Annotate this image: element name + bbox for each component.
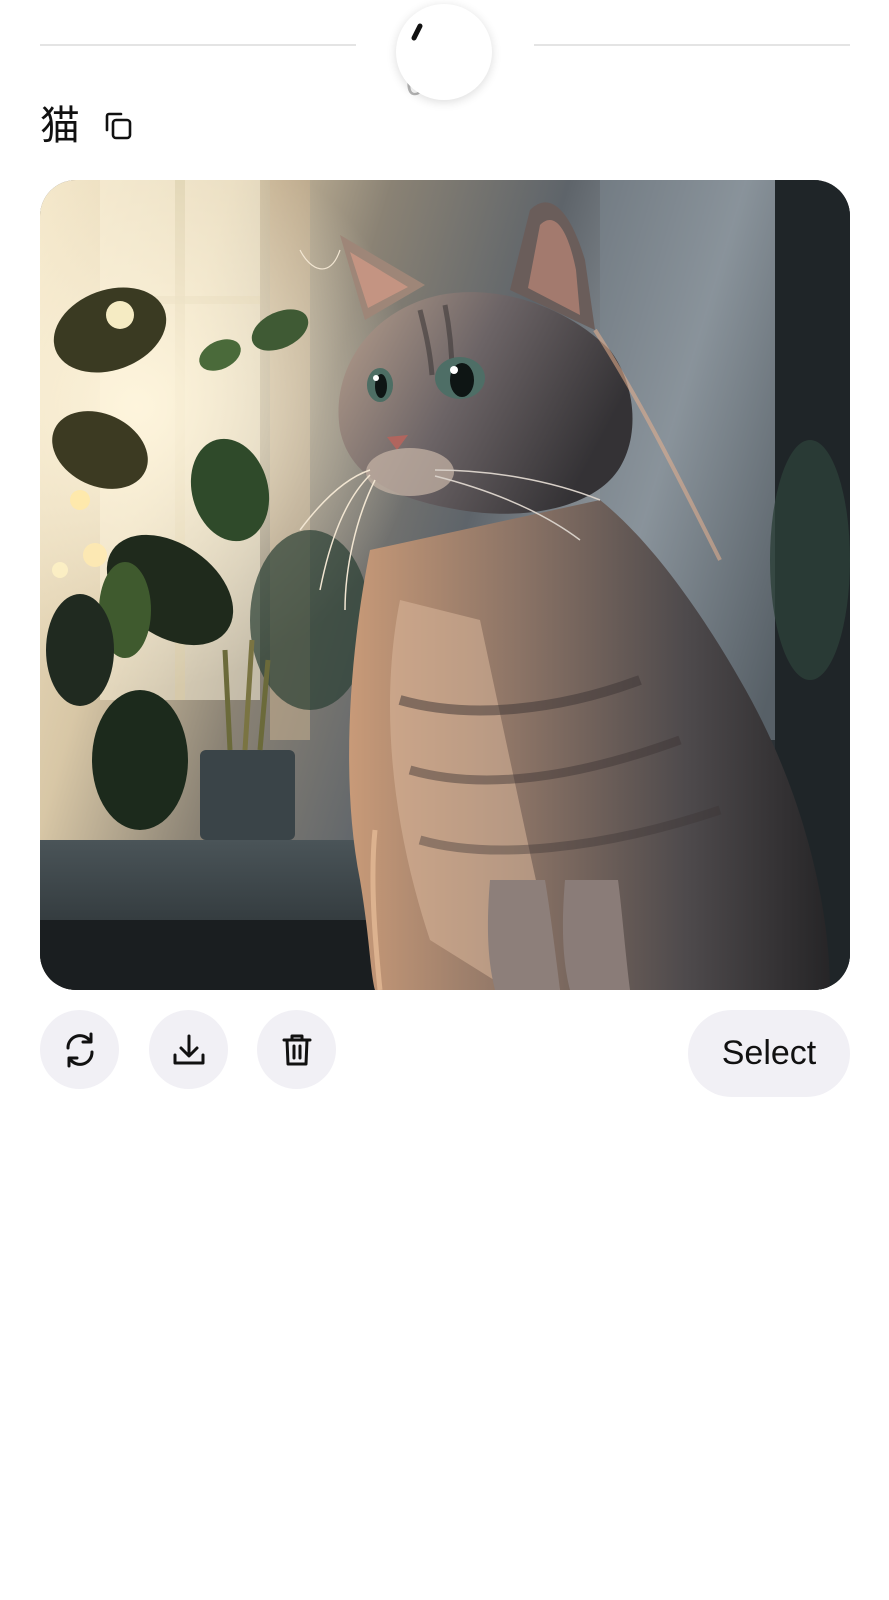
trash-icon [282, 1034, 311, 1065]
divider-line-left [40, 44, 356, 46]
prompt-text: 猫 [40, 103, 80, 149]
divider-line-right [534, 44, 850, 46]
cat-photo [40, 180, 850, 990]
copy-prompt-button[interactable] [98, 106, 138, 146]
select-button[interactable]: Select [688, 1010, 850, 1097]
generated-image[interactable] [40, 180, 850, 990]
spinner-icon [411, 23, 423, 41]
prompt-row: 猫 [40, 98, 138, 154]
regenerate-button[interactable] [40, 1010, 119, 1089]
download-button[interactable] [149, 1010, 228, 1089]
loading-divider: 5 0 [0, 0, 889, 102]
download-icon [173, 1034, 204, 1064]
delete-button[interactable] [257, 1010, 336, 1089]
copy-icon [105, 112, 132, 140]
loading-spinner [396, 4, 492, 100]
refresh-icon [65, 1032, 94, 1067]
image-actions: Select [40, 1010, 850, 1098]
